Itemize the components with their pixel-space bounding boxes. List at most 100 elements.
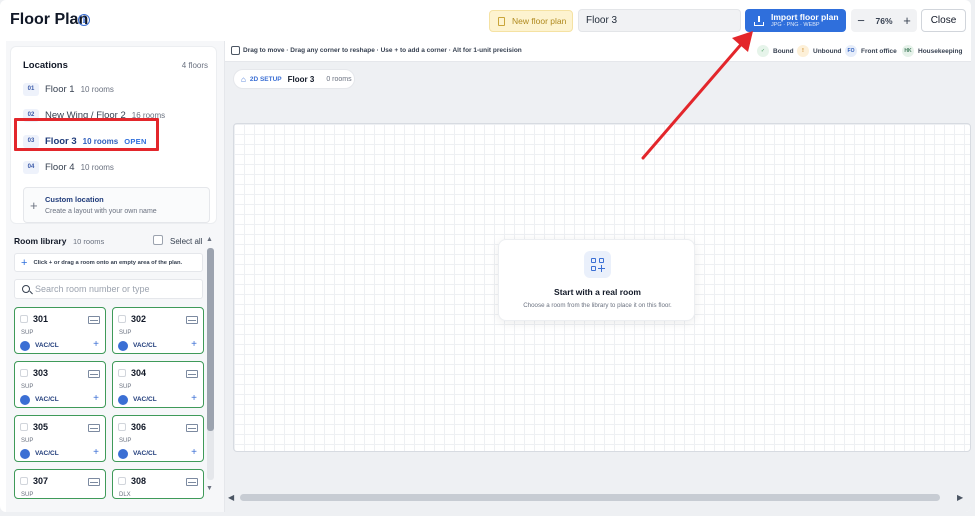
zoom-control: − 76% + [851,9,917,32]
floor-plan-window: Floor Plan i New floor plan Import floor… [0,0,971,512]
plus-icon: + [30,198,38,213]
location-name: Floor 3 [45,135,77,147]
room-checkbox[interactable] [20,423,28,431]
room-card-302[interactable]: 302 SUP VAC/CL + [112,307,204,354]
scroll-left-icon[interactable]: ◀ [228,493,234,502]
location-item-floor-2[interactable]: 02 New Wing / Floor 2 16 rooms [23,106,165,124]
move-icon [231,46,240,55]
room-card-308[interactable]: 308 DLX [112,469,204,499]
custom-location-subtitle: Create a layout with your own name [45,208,157,215]
room-card-305[interactable]: 305 SUP VAC/CL + [14,415,106,462]
room-type: SUP [21,330,34,336]
add-room-button[interactable]: + [93,393,99,404]
location-rooms: 10 rooms [80,84,114,94]
location-name: Floor 1 [45,83,75,95]
location-item-floor-4[interactable]: 04 Floor 4 10 rooms [23,158,114,176]
zoom-in-button[interactable]: + [902,13,912,28]
room-checkbox[interactable] [20,315,28,323]
add-room-button[interactable]: + [191,339,197,350]
custom-location-button[interactable]: + Custom location Create a layout with y… [23,187,210,223]
room-checkbox[interactable] [118,369,126,377]
setup-rooms: 0 rooms [326,75,352,83]
legend-label: Unbound [813,47,842,55]
select-all-checkbox[interactable] [153,235,163,245]
location-number: 04 [23,160,39,174]
room-card-301[interactable]: 301 SUP VAC/CL + [14,307,106,354]
canvas-hint: Drag to move · Drag any corner to reshap… [243,47,522,54]
location-number: 01 [23,82,39,96]
room-library-title: Room library [14,236,67,246]
add-room-button[interactable]: + [93,339,99,350]
legend-bound: ✓ Bound [757,45,794,57]
import-floor-plan-button[interactable]: Import floor plan JPG · PNG · WEBP [745,9,846,32]
room-card-307[interactable]: 307 SUP [14,469,106,499]
floor-name-field[interactable] [578,9,741,32]
room-search-input[interactable] [35,280,201,298]
housekeeper-avatar [118,395,128,405]
room-number: 301 [33,314,49,324]
location-number: 02 [23,108,39,122]
new-floor-plan-label: New floor plan [512,16,567,26]
room-status: VAC/CL [35,450,59,457]
locations-title: Locations [23,60,68,71]
bed-icon [186,478,198,486]
scroll-down-icon[interactable]: ▼ [206,485,213,492]
legend-unbound: ! Unbound [797,45,842,57]
setup-pill: ⌂ 2D SETUP Floor 3 0 rooms [233,69,355,89]
close-button[interactable]: Close [921,9,966,32]
room-card-306[interactable]: 306 SUP VAC/CL + [112,415,204,462]
room-search [14,279,203,299]
scrollbar-thumb[interactable] [207,248,214,431]
legend-label: Bound [773,47,794,55]
scroll-right-icon[interactable]: ▶ [957,493,963,502]
location-item-floor-1[interactable]: 01 Floor 1 10 rooms [23,80,114,98]
locations-panel: Locations 4 floors 01 Floor 1 10 rooms 0… [10,46,217,224]
bed-icon [88,316,100,324]
room-checkbox[interactable] [20,477,28,485]
import-formats: JPG · PNG · WEBP [771,22,820,28]
room-number: 302 [131,314,147,324]
import-label: Import floor plan [771,11,839,22]
add-room-button[interactable]: + [191,393,197,404]
location-item-floor-3[interactable]: 03 Floor 3 10 rooms OPEN [23,132,147,150]
bed-icon [88,424,100,432]
location-rooms: 10 rooms [82,136,119,146]
add-room-button[interactable]: + [191,447,197,458]
room-checkbox[interactable] [118,315,126,323]
housekeeper-avatar [118,449,128,459]
housekeeper-avatar [20,395,30,405]
bed-icon [186,316,198,324]
document-icon [498,16,505,26]
room-type: SUP [119,330,132,336]
library-hint-text: Click + or drag a room onto an empty are… [33,259,183,266]
plus-icon: + [21,256,28,269]
header: Floor Plan i New floor plan Import floor… [0,0,971,41]
room-type: DLX [119,492,131,498]
open-badge: OPEN [124,136,147,146]
room-checkbox[interactable] [20,369,28,377]
room-checkbox[interactable] [118,477,126,485]
room-type: SUP [119,438,132,444]
search-icon [22,285,30,293]
room-card-304[interactable]: 304 SUP VAC/CL + [112,361,204,408]
housekeeper-avatar [20,449,30,459]
legend-label: Front office [861,47,897,55]
room-number: 304 [131,368,147,378]
upload-icon [754,15,764,26]
legend-label: Housekeeping [918,47,963,55]
new-floor-plan-button[interactable]: New floor plan [489,10,573,32]
scroll-up-icon[interactable]: ▲ [206,236,213,243]
library-hint: + Click + or drag a room onto an empty a… [14,253,203,272]
grid-add-icon [584,251,611,278]
room-checkbox[interactable] [118,423,126,431]
location-rooms: 16 rooms [131,110,166,120]
check-icon: ✓ [757,45,769,57]
zoom-level: 76% [875,15,893,26]
room-card-303[interactable]: 303 SUP VAC/CL + [14,361,106,408]
home-icon: ⌂ [241,74,246,84]
zoom-out-button[interactable]: − [856,13,866,28]
horizontal-scrollbar[interactable] [240,494,940,501]
bed-icon [88,370,100,378]
info-icon[interactable]: i [78,14,90,26]
add-room-button[interactable]: + [93,447,99,458]
